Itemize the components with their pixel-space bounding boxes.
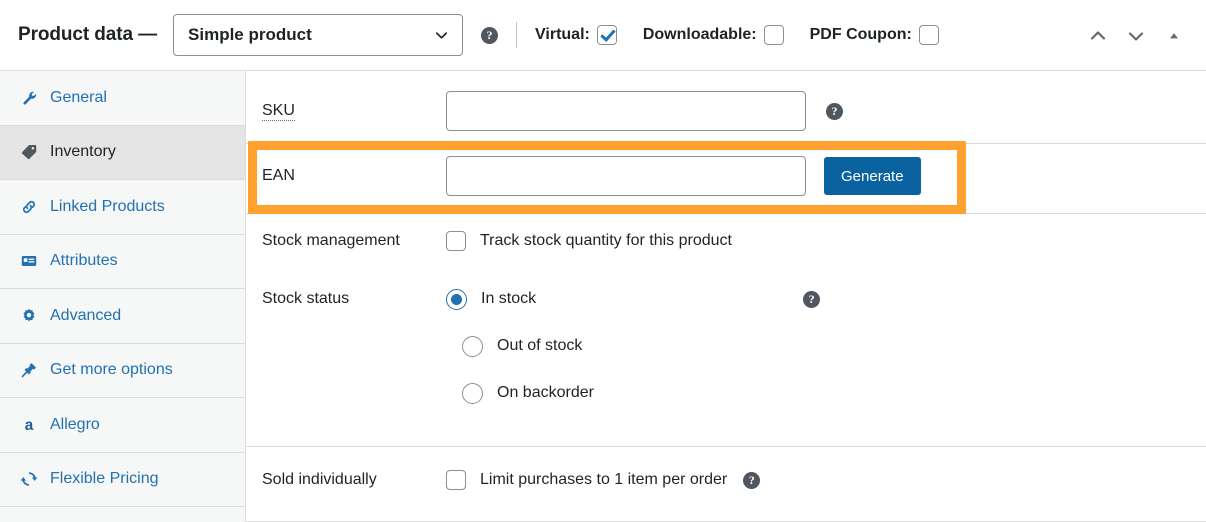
sold-individually-help-icon[interactable]: ? bbox=[743, 471, 761, 489]
list-icon bbox=[18, 250, 40, 272]
stock-status-row: Stock status In stock ? bbox=[246, 285, 1206, 313]
sold-individually-label: Sold individually bbox=[262, 471, 377, 488]
downloadable-checkbox-group[interactable]: Downloadable: bbox=[643, 25, 784, 45]
pdf-coupon-checkbox[interactable] bbox=[918, 25, 939, 45]
sidebar-item-general[interactable]: General bbox=[0, 71, 245, 126]
virtual-label: Virtual: bbox=[535, 26, 590, 43]
on-backorder-label: On backorder bbox=[497, 384, 594, 401]
sold-individually-option[interactable]: Limit purchases to 1 item per order bbox=[446, 470, 727, 490]
sold-individually-checkbox[interactable] bbox=[446, 470, 466, 490]
sidebar-item-label: Inventory bbox=[50, 143, 116, 161]
sidebar-item-label: Flexible Pricing bbox=[50, 470, 159, 488]
header-tools bbox=[1086, 0, 1186, 71]
sku-help-icon[interactable]: ? bbox=[826, 102, 843, 120]
downloadable-label: Downloadable: bbox=[642, 26, 757, 43]
sidebar-item-advanced[interactable]: Advanced bbox=[0, 289, 245, 344]
virtual-checkbox[interactable] bbox=[596, 25, 617, 45]
track-stock-option[interactable]: Track stock quantity for this product bbox=[446, 231, 732, 251]
in-stock-label: In stock bbox=[481, 290, 537, 307]
move-down-button[interactable] bbox=[1124, 24, 1148, 48]
row-divider bbox=[246, 446, 1206, 447]
sidebar-item-label: Linked Products bbox=[50, 197, 165, 215]
plug-icon bbox=[18, 359, 40, 381]
sidebar-item-get-more-options[interactable]: Get more options bbox=[0, 343, 245, 398]
stock-status-option-out-of-stock[interactable]: Out of stock bbox=[462, 335, 583, 357]
stock-status-row-on-backorder: On backorder bbox=[246, 379, 1206, 407]
ean-row: EAN Generate bbox=[246, 155, 1206, 197]
stock-status-help-icon[interactable]: ? bbox=[803, 290, 821, 308]
sidebar-item-label: General bbox=[50, 88, 107, 106]
stock-status-option-in-stock[interactable]: In stock bbox=[446, 288, 537, 310]
stock-status-option-on-backorder[interactable]: On backorder bbox=[462, 382, 594, 404]
sidebar-item-inventory[interactable]: Inventory bbox=[0, 125, 245, 180]
link-icon bbox=[18, 196, 40, 218]
toggle-panel-button[interactable] bbox=[1162, 24, 1186, 48]
product-data-panel: Product data — Simple product ? Virtual:… bbox=[0, 0, 1206, 522]
sku-label: SKU bbox=[262, 102, 295, 121]
header-divider bbox=[516, 22, 518, 48]
letter-a-icon: a bbox=[18, 414, 40, 436]
svg-text:a: a bbox=[25, 417, 34, 434]
sidebar-item-attributes[interactable]: Attributes bbox=[0, 234, 245, 289]
chevron-down-icon bbox=[434, 28, 449, 43]
sidebar-item-label: Advanced bbox=[50, 306, 122, 324]
stock-management-label: Stock management bbox=[262, 232, 400, 249]
track-stock-label: Track stock quantity for this product bbox=[480, 232, 732, 249]
ean-input[interactable] bbox=[446, 156, 806, 196]
panel-body: General Inventory Linked Products Attrib… bbox=[0, 71, 1206, 522]
sidebar-item-label: Get more options bbox=[50, 361, 173, 379]
sidebar-item-label: Allegro bbox=[50, 415, 100, 433]
in-stock-radio[interactable] bbox=[446, 288, 467, 310]
refresh-icon bbox=[18, 468, 40, 490]
panel-header: Product data — Simple product ? Virtual:… bbox=[0, 0, 1206, 71]
row-divider bbox=[246, 213, 1206, 214]
move-up-button[interactable] bbox=[1086, 24, 1110, 48]
stock-management-row: Stock management Track stock quantity fo… bbox=[246, 227, 1206, 255]
sidebar-item-linked-products[interactable]: Linked Products bbox=[0, 180, 245, 235]
sku-row: SKU ? bbox=[246, 90, 1206, 132]
product-type-value: Simple product bbox=[188, 25, 312, 44]
product-type-select[interactable]: Simple product bbox=[173, 14, 464, 56]
sold-individually-option-label: Limit purchases to 1 item per order bbox=[480, 471, 728, 488]
sidebar-item-label: Attributes bbox=[50, 252, 118, 270]
sold-individually-row: Sold individually Limit purchases to 1 i… bbox=[246, 466, 1206, 494]
out-of-stock-radio[interactable] bbox=[462, 335, 483, 357]
wrench-icon bbox=[18, 87, 40, 109]
track-stock-checkbox[interactable] bbox=[446, 231, 466, 251]
pdf-coupon-checkbox-group[interactable]: PDF Coupon: bbox=[810, 25, 939, 45]
ean-label: EAN bbox=[262, 167, 295, 184]
stock-status-label: Stock status bbox=[262, 290, 350, 307]
sidebar-item-flexible-pricing[interactable]: Flexible Pricing bbox=[0, 452, 245, 507]
pdf-coupon-label: PDF Coupon: bbox=[809, 26, 912, 43]
product-data-tabs: General Inventory Linked Products Attrib… bbox=[0, 71, 246, 522]
inventory-tab-content: SKU ? EAN Generate Stock management Trac… bbox=[246, 71, 1206, 522]
row-divider bbox=[246, 143, 1206, 144]
downloadable-checkbox[interactable] bbox=[763, 25, 784, 45]
generate-ean-button[interactable]: Generate bbox=[824, 157, 921, 195]
sku-input[interactable] bbox=[446, 91, 806, 131]
sidebar-item-allegro[interactable]: a Allegro bbox=[0, 398, 245, 453]
virtual-checkbox-group[interactable]: Virtual: bbox=[535, 25, 617, 45]
out-of-stock-label: Out of stock bbox=[497, 337, 583, 354]
tag-icon bbox=[18, 141, 40, 163]
stock-status-row-out-of-stock: Out of stock bbox=[246, 332, 1206, 360]
gear-icon bbox=[18, 305, 40, 327]
product-type-help-icon[interactable]: ? bbox=[481, 26, 499, 44]
page-title: Product data — bbox=[18, 24, 158, 45]
on-backorder-radio[interactable] bbox=[462, 382, 483, 404]
